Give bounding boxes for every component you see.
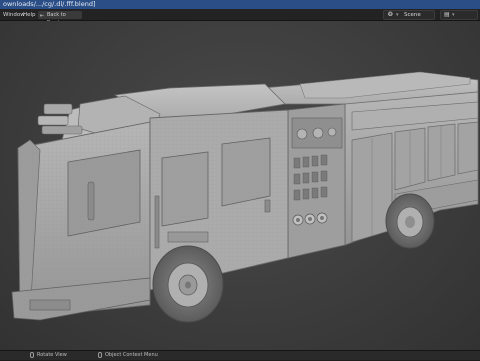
back-arrow-icon: ⇤ bbox=[40, 13, 45, 19]
mouse-right-icon bbox=[98, 351, 102, 358]
back-to-previous-button[interactable]: ⇤ Back to Previous bbox=[38, 11, 82, 26]
rotate-view-label: Rotate View bbox=[37, 352, 67, 358]
menu-help[interactable]: Help bbox=[23, 9, 36, 21]
fire-truck-model bbox=[11, 71, 479, 323]
3d-viewport[interactable] bbox=[0, 21, 480, 350]
view-layer-browse-icon[interactable]: ▾ bbox=[452, 11, 455, 19]
top-menu-bar: Window Help ⇤ Back to Previous ❂ Scene ▾… bbox=[0, 9, 480, 26]
rear-wheel bbox=[385, 193, 435, 249]
window-title: ownloads/.../cg/.dl/.fff.blend] bbox=[3, 0, 96, 8]
mouse-middle-icon bbox=[30, 351, 34, 358]
front-wheel bbox=[152, 245, 224, 323]
window-title-bar: ownloads/.../cg/.dl/.fff.blend] bbox=[0, 0, 480, 9]
scene-name: Scene bbox=[404, 12, 421, 18]
menu-window[interactable]: Window bbox=[3, 9, 25, 21]
view-layer-icon: ▤ bbox=[444, 11, 450, 18]
scene-icon: ❂ bbox=[388, 11, 394, 18]
scene-browse-icon[interactable]: ▾ bbox=[396, 11, 399, 19]
cab bbox=[11, 83, 289, 321]
scene-selector[interactable]: ❂ Scene ▾ bbox=[383, 10, 435, 20]
status-bar: Rotate View Object Context Menu bbox=[0, 350, 480, 360]
pump-panel bbox=[287, 103, 346, 259]
view-layer-selector[interactable]: ▤ ▾ bbox=[440, 10, 478, 20]
context-menu-label: Object Context Menu bbox=[105, 352, 158, 358]
